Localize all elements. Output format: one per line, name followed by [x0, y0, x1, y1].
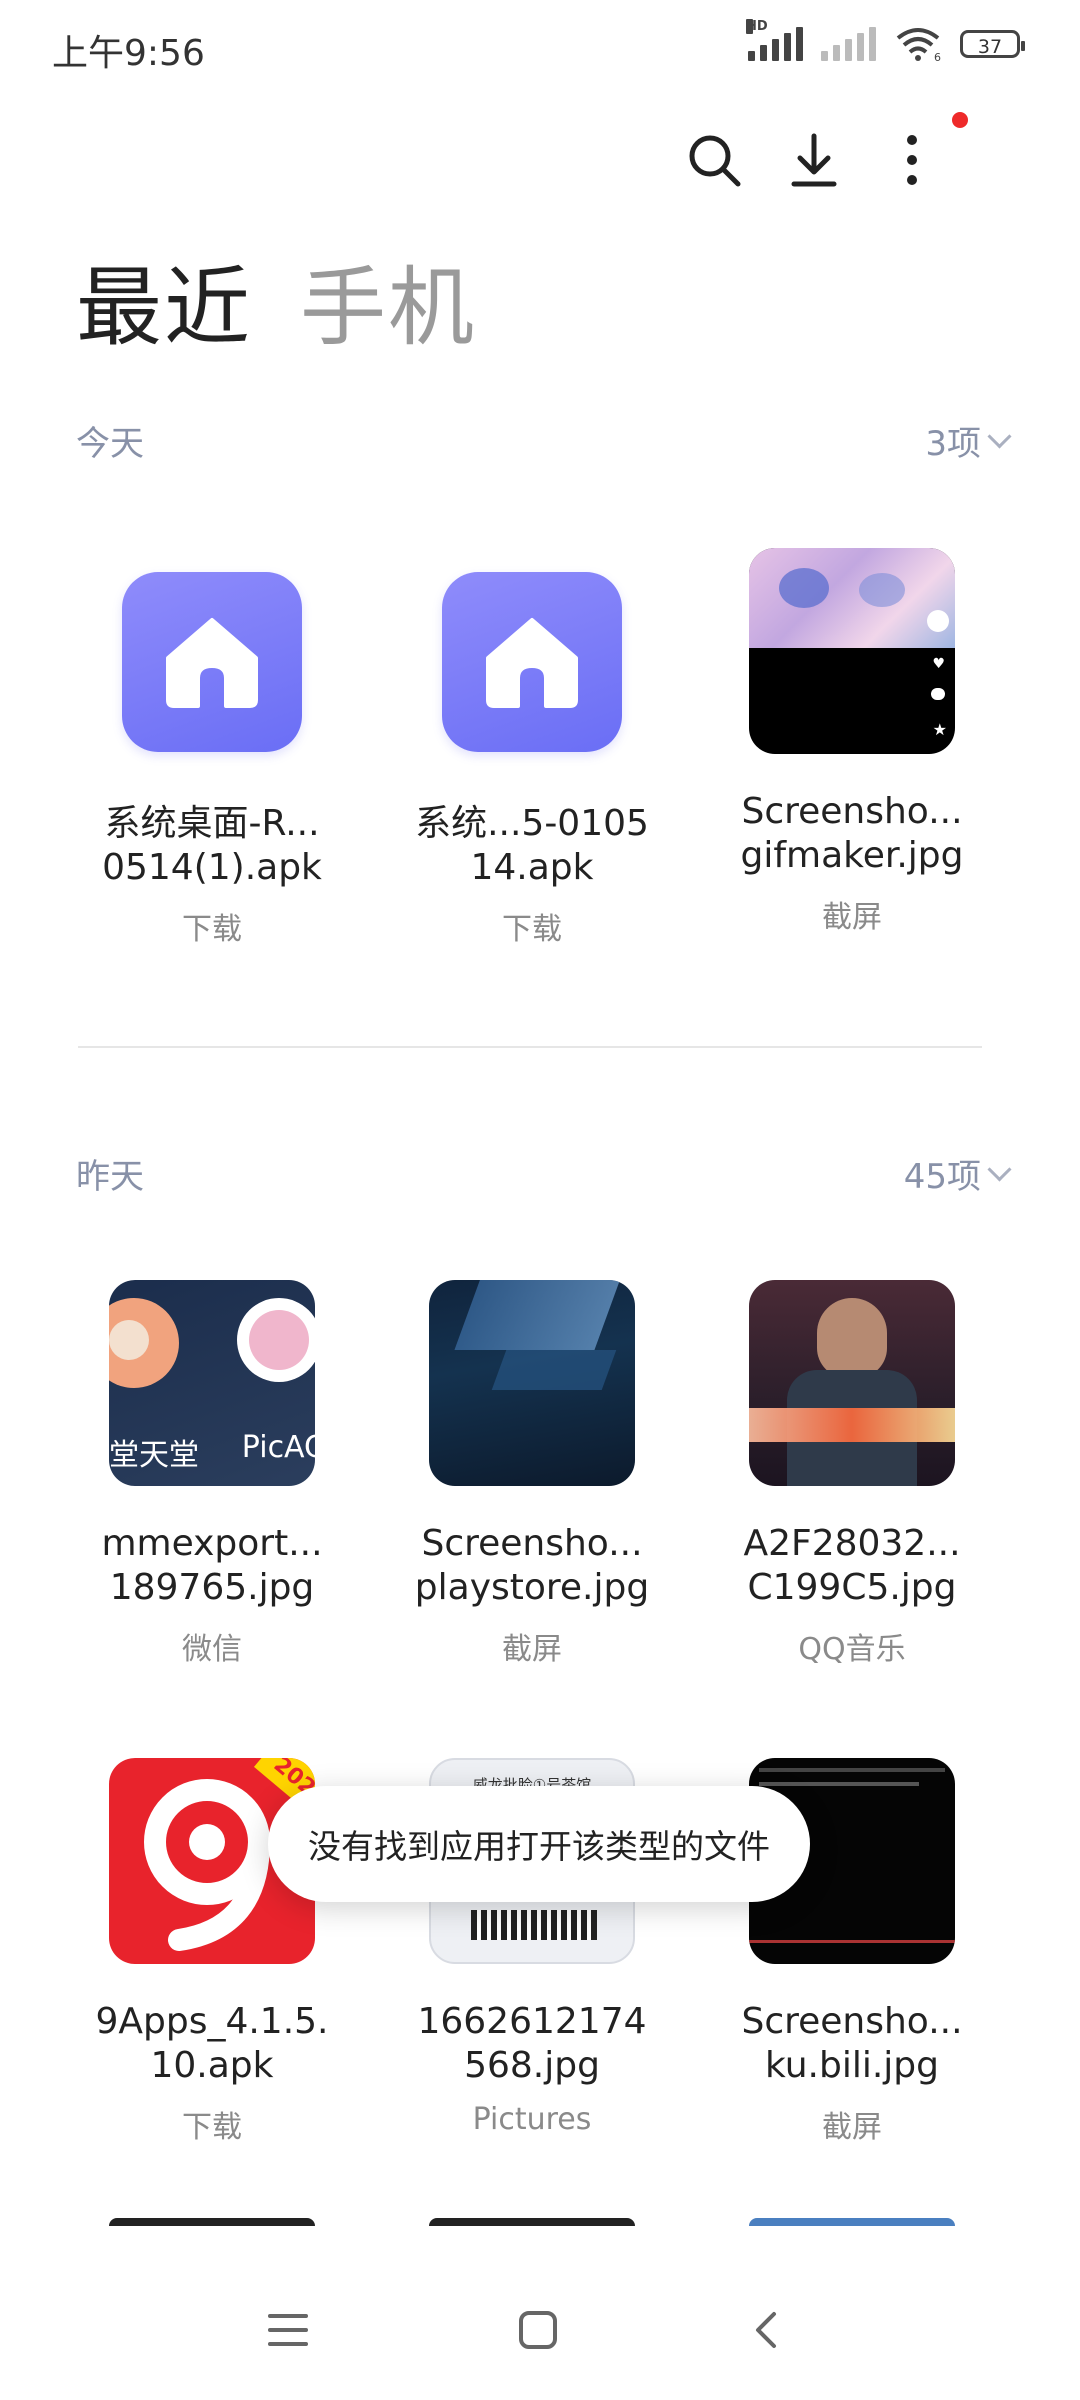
file-source: 截屏 [822, 900, 882, 935]
file-source: Pictures [472, 2102, 592, 2137]
file-name-line2: 189765.jpg [109, 1567, 315, 1608]
apk-home-icon [442, 572, 622, 752]
file-name-line1: Screensho... [741, 791, 963, 832]
comment-icon [931, 688, 945, 700]
file-item[interactable]: 系统...5-0105 14.apk 下载 [372, 560, 692, 948]
file-name-line1: 9Apps_4.1.5. [95, 2001, 329, 2042]
tab-bar: 最近 手机 [76, 258, 476, 358]
navigation-bar [0, 2260, 1080, 2400]
file-name-line2: 568.jpg [464, 2045, 600, 2086]
signal-2-icon [821, 27, 876, 61]
file-source: 截屏 [502, 1632, 562, 1667]
home-button[interactable] [498, 2300, 578, 2360]
file-name: 1662612174 568.jpg [372, 2000, 692, 2088]
anime-screenshot-thumbnail: ♥ ★ [749, 548, 955, 754]
file-name-line2: 0514(1).apk [102, 847, 322, 888]
section-divider [78, 1046, 982, 1048]
file-name-line2: C199C5.jpg [747, 1567, 957, 1608]
home-icon [519, 2311, 557, 2349]
file-name-line1: 系统桌面-R... [104, 803, 320, 844]
file-source: 下载 [502, 912, 562, 947]
apk-home-icon [122, 572, 302, 752]
file-name-line1: 1662612174 [417, 2001, 647, 2042]
svg-text:6: 6 [934, 51, 941, 62]
notification-dot [952, 112, 968, 128]
status-time: 上午9:56 [52, 33, 205, 74]
star-icon: ★ [932, 720, 947, 739]
status-icons: HD 6 37 [746, 19, 1025, 62]
file-name-line1: Screensho... [741, 2001, 963, 2042]
file-name-line1: 系统...5-0105 [415, 803, 649, 844]
back-button[interactable] [726, 2300, 806, 2360]
file-item[interactable]: 堂天堂 PicAC mmexport... 189765.jpg 微信 [52, 1280, 372, 1668]
search-icon [689, 135, 741, 187]
section-title: 昨天 [76, 1156, 144, 1197]
search-button[interactable] [674, 120, 754, 200]
file-source: 截屏 [822, 2110, 882, 2145]
file-item[interactable]: Screensho... playstore.jpg 截屏 [372, 1280, 692, 1668]
signal-icon: HD [746, 19, 803, 61]
file-name-line2: ku.bili.jpg [764, 2045, 939, 2086]
back-icon [756, 2312, 776, 2348]
tab-recent[interactable]: 最近 [76, 258, 252, 358]
file-thumbnail [109, 560, 315, 766]
file-name: Screensho... gifmaker.jpg [692, 790, 1012, 878]
chevron-down-icon [987, 423, 1012, 449]
file-name: 系统...5-0105 14.apk [372, 802, 692, 890]
chevron-down-icon [987, 1156, 1012, 1182]
download-icon [791, 133, 837, 187]
app-icons-photo-thumbnail: 堂天堂 PicAC [109, 1280, 315, 1486]
file-name: Screensho... playstore.jpg [372, 1522, 692, 1610]
next-row-thumbnail [109, 2218, 315, 2226]
next-row-thumbnail [749, 2218, 955, 2226]
file-name: mmexport... 189765.jpg [52, 1522, 372, 1610]
file-source: 下载 [182, 2110, 242, 2145]
toast-message: 没有找到应用打开该类型的文件 [268, 1786, 810, 1902]
file-name-line2: 14.apk [470, 847, 594, 888]
section-count: 45项 [903, 1156, 981, 1197]
status-bar: 上午9:56 HD 6 37 [0, 0, 1080, 96]
anime-image [749, 548, 955, 648]
file-name-line1: A2F28032... [743, 1523, 961, 1564]
heart-icon: ♥ [932, 656, 945, 672]
more-options-button[interactable] [872, 120, 952, 200]
file-item[interactable]: 系统桌面-R... 0514(1).apk 下载 [52, 560, 372, 948]
thumb-text: PicAC [241, 1430, 315, 1465]
section-header-today: 今天 3项 [76, 415, 1012, 465]
section-count-toggle[interactable]: 3项 [925, 416, 1012, 465]
more-icon [907, 135, 917, 185]
section-title: 今天 [76, 423, 144, 464]
file-name: 9Apps_4.1.5. 10.apk [52, 2000, 372, 2088]
file-thumbnail [429, 560, 635, 766]
thumb-text: 堂天堂 [109, 1438, 199, 1473]
file-source: 下载 [182, 912, 242, 947]
file-item[interactable]: A2F28032... C199C5.jpg QQ音乐 [692, 1280, 1012, 1668]
file-name: A2F28032... C199C5.jpg [692, 1522, 1012, 1610]
file-name-line2: gifmaker.jpg [740, 835, 964, 876]
file-name-line1: Screensho... [421, 1523, 643, 1564]
tab-phone[interactable]: 手机 [300, 258, 476, 358]
file-name-line2: 10.apk [150, 2045, 274, 2086]
menu-icon [268, 2314, 308, 2346]
album-cover-thumbnail [749, 1280, 955, 1486]
section-count-toggle[interactable]: 45项 [903, 1149, 1012, 1198]
avatar [927, 610, 949, 632]
file-item[interactable]: ♥ ★ Screensho... gifmaker.jpg 截屏 [692, 548, 1012, 936]
recent-apps-button[interactable] [248, 2300, 328, 2360]
wifi-icon: 6 [896, 28, 941, 62]
dark-blue-banner-thumbnail [429, 1280, 635, 1486]
file-name: Screensho... ku.bili.jpg [692, 2000, 1012, 2088]
section-header-yesterday: 昨天 45项 [76, 1148, 1012, 1198]
section-count: 3项 [925, 423, 981, 464]
file-name-line2: playstore.jpg [414, 1567, 650, 1608]
next-row-thumbnail [429, 2218, 635, 2226]
download-button[interactable] [774, 120, 854, 200]
file-name-line1: mmexport... [101, 1523, 323, 1564]
file-name: 系统桌面-R... 0514(1).apk [52, 802, 372, 890]
file-source: QQ音乐 [798, 1632, 906, 1667]
hd-label: HD [746, 19, 768, 34]
file-source: 微信 [182, 1632, 242, 1667]
battery-icon: 37 [960, 30, 1025, 58]
